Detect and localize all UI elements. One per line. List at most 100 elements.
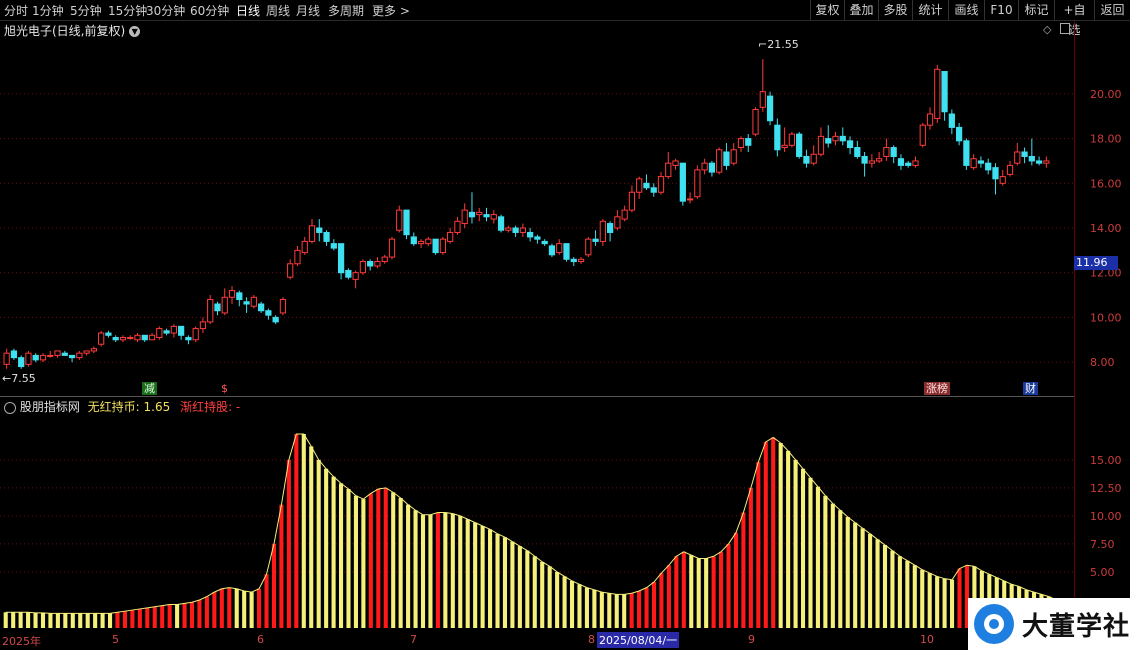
indicator-header: 股朋指标网 无红持币: 1.65 渐红持股: - (4, 398, 240, 415)
candle-up (301, 240, 308, 254)
candle-up (599, 220, 606, 242)
low-price-annotation: ←7.55 (2, 372, 36, 385)
candle-up (585, 238, 592, 256)
candle-up (374, 261, 381, 267)
candle-down (163, 330, 170, 334)
candle-up (919, 124, 926, 146)
candle-up (294, 249, 301, 265)
high-price-annotation: ⌐21.55 (758, 38, 799, 51)
candle-up (519, 227, 526, 233)
candle-up (1006, 164, 1014, 175)
indicator-tick-label: 10.00 (1090, 510, 1122, 523)
candle-up (76, 352, 83, 359)
candle-up (287, 263, 294, 278)
indicator-tick-label: 15.00 (1090, 454, 1122, 467)
candle-up (883, 147, 890, 157)
candle-down (534, 236, 541, 240)
chart-canvas[interactable]: 8.0010.0012.0014.0016.0018.0020.005.007.… (0, 0, 1130, 650)
candle-up (25, 352, 32, 365)
reduce-holding-flag[interactable]: 减 (142, 382, 157, 395)
price-tick-label: 8.00 (1090, 356, 1115, 369)
candle-down (803, 155, 810, 164)
candle-up (127, 337, 134, 340)
candle-up (439, 238, 447, 254)
candle-up (716, 149, 723, 173)
candle-down (367, 261, 374, 267)
candle-down (112, 337, 119, 341)
candle-up (39, 354, 47, 361)
candle-up (505, 227, 512, 231)
date-axis: 2025年 5 6 7 8 9 10 2025/08/04/一 (0, 632, 1075, 650)
candle-down (679, 162, 686, 202)
candle-up (54, 350, 61, 356)
candle-down (766, 95, 774, 122)
candle-up (621, 209, 628, 220)
candle-down (105, 332, 112, 336)
candle-up (381, 256, 388, 263)
candle-down (941, 71, 948, 113)
candle-down (316, 227, 323, 233)
candle-down (185, 337, 192, 341)
candle-up (628, 191, 636, 211)
candle-up (1014, 151, 1021, 164)
candle-up (98, 332, 105, 345)
candle-up (279, 299, 287, 314)
finance-report-flag[interactable]: 财 (1023, 382, 1038, 395)
candle-up (199, 321, 207, 330)
candle-down (570, 258, 577, 263)
candle-down (330, 243, 337, 249)
candle-down (905, 162, 912, 166)
watermark-logo: 大董学社 (968, 598, 1130, 650)
candle-up (352, 272, 359, 280)
candle-up (3, 352, 10, 365)
candle-down (650, 187, 657, 193)
candle-down (345, 269, 352, 278)
candle-up (665, 162, 672, 178)
candle-down (992, 167, 999, 180)
candle-down (1035, 160, 1043, 164)
candle-down (497, 216, 505, 231)
candle-up (476, 211, 483, 216)
candle-up (737, 138, 745, 149)
indicator-tick-label: 12.50 (1090, 482, 1122, 495)
candle-up (657, 176, 665, 193)
candle-down (643, 182, 650, 189)
candle-down (745, 138, 752, 146)
candle-down (141, 334, 148, 341)
top-gainers-flag[interactable]: 涨榜 (924, 382, 950, 395)
candle-down (825, 138, 832, 144)
candle-up (192, 328, 199, 341)
indicator-line1-value: 无红持币: 1.65 (87, 400, 171, 414)
candle-down (955, 126, 963, 142)
candle-up (47, 354, 54, 357)
candle-down (563, 243, 570, 260)
candle-down (432, 238, 439, 254)
candle-down (541, 240, 548, 245)
candle-down (512, 227, 519, 233)
indicator-line2-value: 渐红持股: - (180, 400, 241, 414)
candle-down (236, 292, 243, 301)
candle-up (672, 160, 679, 166)
candle-down (68, 354, 76, 359)
candle-down (265, 310, 272, 316)
candle-down (337, 243, 345, 274)
candle-down (483, 214, 490, 218)
candle-down (606, 223, 614, 233)
candle-up (876, 158, 883, 162)
indicator-name[interactable]: 股朋指标网 (20, 400, 80, 414)
candle-down (846, 140, 854, 149)
candle-up (817, 135, 825, 155)
candle-down (468, 211, 476, 218)
candle-down (1021, 151, 1028, 157)
candle-down (796, 133, 803, 157)
dividend-flag[interactable]: $ (219, 382, 230, 395)
settings-circle-icon[interactable] (4, 401, 16, 414)
indicator-histogram (3, 433, 1074, 628)
candle-down (548, 245, 556, 256)
candle-up (636, 178, 643, 193)
date-tick: 9 (748, 633, 755, 646)
date-tick: 2025年 (2, 635, 41, 648)
candle-up (90, 348, 98, 352)
candle-up (694, 169, 701, 198)
date-tick: 10 (920, 633, 934, 646)
